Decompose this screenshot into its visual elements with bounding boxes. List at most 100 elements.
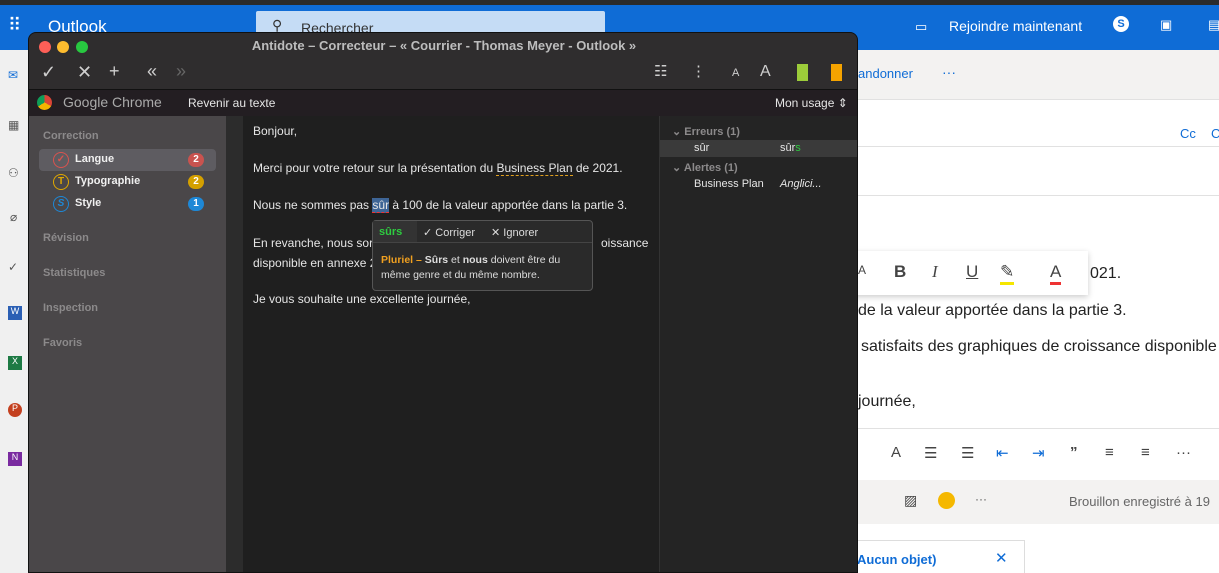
zoom-window-button[interactable] [76, 41, 88, 53]
settings-sliders-icon[interactable]: ☷ [654, 62, 667, 80]
font-color-icon[interactable]: A [891, 444, 901, 461]
draft-status: Brouillon enregistré à 19 [1069, 494, 1210, 509]
section-favoris[interactable]: Favoris [43, 337, 82, 349]
minimize-window-button[interactable] [57, 41, 69, 53]
bcc-button[interactable]: C [1211, 126, 1219, 141]
excel-icon[interactable]: X [8, 356, 22, 370]
title-bar: Antidote – Correcteur – « Courrier - Tho… [29, 33, 857, 59]
section-statistiques[interactable]: Statistiques [43, 267, 105, 279]
more-button[interactable]: ··· [975, 492, 987, 506]
bullets-icon[interactable]: ☰ [924, 444, 937, 462]
text-line: Bonjour, [253, 124, 298, 138]
divider [858, 146, 1219, 147]
onenote-icon[interactable]: ▣ [1160, 17, 1172, 33]
back-to-text-button[interactable]: Revenir au texte [188, 96, 275, 110]
next-icon[interactable]: » [176, 61, 186, 82]
discard-button[interactable]: andonner [858, 66, 913, 81]
emoji-icon[interactable] [938, 492, 955, 509]
error-row[interactable]: sûr sûrs [660, 140, 857, 157]
body-line: 021. [1090, 265, 1122, 282]
mail-icon[interactable]: ✉ [8, 68, 18, 82]
alert-word[interactable]: Business Plan [496, 161, 573, 176]
antidote-toolbar: ✓ ✕ + « » ☷ ⋮ A A [29, 59, 857, 89]
alerts-group[interactable]: ⌄ Alertes (1) [672, 161, 738, 174]
highlight-icon[interactable]: ✎ [1000, 262, 1015, 285]
quote-icon[interactable]: ” [1070, 444, 1078, 461]
count-badge: 2 [188, 153, 204, 167]
add-icon[interactable]: + [109, 61, 120, 82]
text-smaller-icon[interactable]: A [732, 67, 739, 79]
todo-icon[interactable]: ✓ [8, 260, 18, 274]
previous-icon[interactable]: « [147, 61, 157, 82]
usage-label: Mon usage [775, 96, 835, 110]
indent-icon[interactable]: ⇥ [1032, 444, 1045, 462]
antidote-sidebar: Correction ✓ Langue 2 T Typographie 2 S … [29, 116, 226, 572]
attachment-icon[interactable]: ⌀ [10, 210, 17, 224]
outdent-icon[interactable]: ⇤ [996, 444, 1009, 462]
guide-icon[interactable] [831, 64, 842, 81]
sidebar-item-langue[interactable]: ✓ Langue 2 [39, 149, 216, 171]
onenote-icon[interactable]: N [8, 452, 22, 466]
align-center-icon[interactable]: ≡ [1141, 444, 1150, 461]
join-now-button[interactable]: Rejoindre maintenant [949, 18, 1082, 34]
app-launcher-icon[interactable]: ⠿ [8, 15, 21, 36]
text-line: En revanche, nous sor [253, 236, 374, 250]
people-icon[interactable]: ⚇ [8, 166, 19, 180]
body-line: journée, [858, 393, 916, 410]
text-line: Nous ne sommes pas sûr à 100 de la valeu… [253, 198, 628, 213]
compose-toolbar: andonner ··· [858, 50, 1219, 100]
ignore-button[interactable]: ✕ Ignorer [491, 226, 538, 239]
powerpoint-icon[interactable]: P [8, 403, 22, 417]
text-line: Je vous souhaite une excellente journée, [253, 292, 471, 306]
video-icon[interactable]: ▭ [915, 19, 927, 35]
count-badge: 1 [188, 197, 204, 211]
more-button[interactable]: ··· [942, 64, 956, 80]
sidebar-item-typographie[interactable]: T Typographie 2 [39, 171, 216, 193]
dictionary-icon[interactable] [797, 64, 808, 81]
section-correction[interactable]: Correction [43, 130, 99, 142]
item-label: Langue [75, 153, 115, 165]
bold-button[interactable]: B [894, 262, 906, 282]
cc-button[interactable]: Cc [1180, 126, 1196, 141]
tree-icon[interactable]: ⋮ [691, 62, 706, 80]
draft-tab-label: Aucun objet) [857, 552, 937, 567]
sidebar-item-style[interactable]: S Style 1 [39, 193, 216, 215]
section-revision[interactable]: Révision [43, 232, 89, 244]
reject-icon[interactable]: ✕ [77, 62, 92, 83]
more-format-button[interactable]: ··· [1176, 444, 1191, 461]
compose-status-bar: ▨ ··· Brouillon enregistré à 19 [858, 480, 1219, 524]
typography-icon: T [53, 174, 69, 190]
suggestion[interactable]: sûrs [379, 226, 402, 238]
calendar-icon[interactable]: ▤ [1208, 17, 1219, 33]
underline-button[interactable]: U [966, 262, 978, 282]
text-line: oissance [601, 236, 649, 250]
text-line: disponible en annexe 2 [253, 256, 377, 270]
draft-tab[interactable]: Aucun objet) ✕ [850, 540, 1025, 573]
correct-button[interactable]: ✓ Corriger [423, 226, 475, 239]
explanation: Pluriel – Sûrs et nous doivent être du mê… [381, 254, 561, 281]
check-icon: ✓ [53, 152, 69, 168]
error-word[interactable]: sûr [372, 198, 390, 213]
text-editor[interactable]: Bonjour, Merci pour votre retour sur la … [243, 116, 659, 572]
antidote-window: Antidote – Correcteur – « Courrier - Tho… [28, 32, 858, 573]
section-inspection[interactable]: Inspection [43, 302, 98, 314]
image-icon[interactable]: ▨ [904, 492, 917, 509]
word-icon[interactable]: W [8, 306, 22, 320]
errors-group[interactable]: ⌄ Erreurs (1) [672, 125, 740, 138]
chrome-icon [37, 95, 52, 110]
italic-button[interactable]: I [932, 262, 938, 282]
source-app: Google Chrome [63, 94, 162, 110]
font-size-button[interactable]: A [858, 263, 866, 277]
close-icon[interactable]: ✕ [995, 549, 1008, 567]
skype-icon[interactable]: S [1113, 16, 1129, 32]
numbering-icon[interactable]: ☰ [961, 444, 974, 462]
alert-row[interactable]: Business Plan Anglici... [660, 176, 857, 193]
usage-select[interactable]: Mon usage ⇕ [775, 96, 848, 110]
calendar-icon[interactable]: ▦ [8, 118, 19, 132]
align-left-icon[interactable]: ≡ [1105, 444, 1114, 461]
accept-icon[interactable]: ✓ [41, 62, 56, 83]
gutter [226, 116, 243, 572]
font-color-button[interactable]: A [1050, 262, 1062, 285]
close-window-button[interactable] [39, 41, 51, 53]
text-larger-icon[interactable]: A [760, 63, 771, 81]
